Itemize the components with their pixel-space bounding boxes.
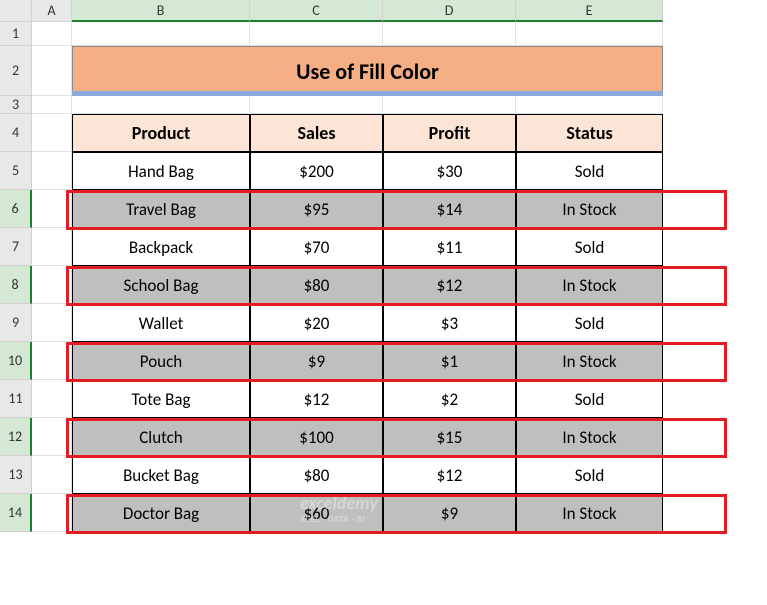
row-header-13[interactable]: 13: [0, 456, 32, 494]
cell-D1[interactable]: [383, 22, 516, 46]
table-row[interactable]: $80: [250, 456, 383, 494]
table-row[interactable]: Pouch: [72, 342, 250, 380]
table-row[interactable]: $100: [250, 418, 383, 456]
table-row[interactable]: Doctor Bag: [72, 494, 250, 532]
title-cell[interactable]: Use of Fill Color: [72, 46, 663, 96]
col-header-C[interactable]: C: [250, 0, 383, 22]
cell-A6[interactable]: [32, 190, 72, 228]
table-row[interactable]: $20: [250, 304, 383, 342]
table-row[interactable]: $12: [383, 456, 516, 494]
table-row[interactable]: $1: [383, 342, 516, 380]
cell-A13[interactable]: [32, 456, 72, 494]
table-row[interactable]: $9: [383, 494, 516, 532]
table-row[interactable]: Sold: [516, 456, 663, 494]
table-row[interactable]: School Bag: [72, 266, 250, 304]
table-row[interactable]: In Stock: [516, 342, 663, 380]
cell-C3[interactable]: [250, 96, 383, 114]
row-header-10[interactable]: 10: [0, 342, 32, 380]
table-row[interactable]: Wallet: [72, 304, 250, 342]
cell-A2[interactable]: [32, 46, 72, 96]
table-row[interactable]: $30: [383, 152, 516, 190]
cell-A1[interactable]: [32, 22, 72, 46]
table-row[interactable]: Bucket Bag: [72, 456, 250, 494]
table-row[interactable]: Sold: [516, 228, 663, 266]
table-row[interactable]: $70: [250, 228, 383, 266]
cell-B1[interactable]: [72, 22, 250, 46]
row-header-11[interactable]: 11: [0, 380, 32, 418]
table-row[interactable]: $2: [383, 380, 516, 418]
cell-A12[interactable]: [32, 418, 72, 456]
row-header-9[interactable]: 9: [0, 304, 32, 342]
header-product[interactable]: Product: [72, 114, 250, 152]
cell-A11[interactable]: [32, 380, 72, 418]
title-underline: [72, 91, 663, 96]
table-row[interactable]: $12: [383, 266, 516, 304]
row-header-2[interactable]: 2: [0, 46, 32, 96]
row-header-14[interactable]: 14: [0, 494, 32, 532]
table-row[interactable]: $3: [383, 304, 516, 342]
header-sales[interactable]: Sales: [250, 114, 383, 152]
table-row[interactable]: Hand Bag: [72, 152, 250, 190]
table-row[interactable]: In Stock: [516, 418, 663, 456]
table-row[interactable]: In Stock: [516, 266, 663, 304]
cell-A9[interactable]: [32, 304, 72, 342]
table-row[interactable]: $14: [383, 190, 516, 228]
table-row[interactable]: $15: [383, 418, 516, 456]
table-row[interactable]: $95: [250, 190, 383, 228]
row-header-8[interactable]: 8: [0, 266, 32, 304]
table-row[interactable]: Clutch: [72, 418, 250, 456]
table-row[interactable]: In Stock: [516, 494, 663, 532]
cell-A3[interactable]: [32, 96, 72, 114]
row-header-4[interactable]: 4: [0, 114, 32, 152]
cell-D3[interactable]: [383, 96, 516, 114]
row-header-12[interactable]: 12: [0, 418, 32, 456]
col-header-B[interactable]: B: [72, 0, 250, 22]
table-row[interactable]: $80: [250, 266, 383, 304]
cell-B3[interactable]: [72, 96, 250, 114]
table-row[interactable]: In Stock: [516, 190, 663, 228]
row-header-6[interactable]: 6: [0, 190, 32, 228]
table-row[interactable]: Travel Bag: [72, 190, 250, 228]
table-row[interactable]: Sold: [516, 380, 663, 418]
table-row[interactable]: Sold: [516, 304, 663, 342]
cell-E1[interactable]: [516, 22, 663, 46]
col-header-D[interactable]: D: [383, 0, 516, 22]
table-row[interactable]: Backpack: [72, 228, 250, 266]
cell-A10[interactable]: [32, 342, 72, 380]
cell-A8[interactable]: [32, 266, 72, 304]
cell-A7[interactable]: [32, 228, 72, 266]
cell-A4[interactable]: [32, 114, 72, 152]
row-header-3[interactable]: 3: [0, 96, 32, 114]
row-header-5[interactable]: 5: [0, 152, 32, 190]
table-row[interactable]: $60: [250, 494, 383, 532]
cell-A5[interactable]: [32, 152, 72, 190]
table-row[interactable]: $200: [250, 152, 383, 190]
table-row[interactable]: Sold: [516, 152, 663, 190]
header-status[interactable]: Status: [516, 114, 663, 152]
row-header-1[interactable]: 1: [0, 22, 32, 46]
table-row[interactable]: Tote Bag: [72, 380, 250, 418]
cell-E3[interactable]: [516, 96, 663, 114]
table-row[interactable]: $9: [250, 342, 383, 380]
col-header-E[interactable]: E: [516, 0, 663, 22]
table-row[interactable]: $12: [250, 380, 383, 418]
row-header-7[interactable]: 7: [0, 228, 32, 266]
select-all-corner[interactable]: [0, 0, 32, 22]
table-row[interactable]: $11: [383, 228, 516, 266]
spreadsheet-grid[interactable]: A B C D E 1 2 Use of Fill Color 3 4 Prod…: [0, 0, 767, 532]
cell-C1[interactable]: [250, 22, 383, 46]
header-profit[interactable]: Profit: [383, 114, 516, 152]
cell-A14[interactable]: [32, 494, 72, 532]
col-header-A[interactable]: A: [32, 0, 72, 22]
